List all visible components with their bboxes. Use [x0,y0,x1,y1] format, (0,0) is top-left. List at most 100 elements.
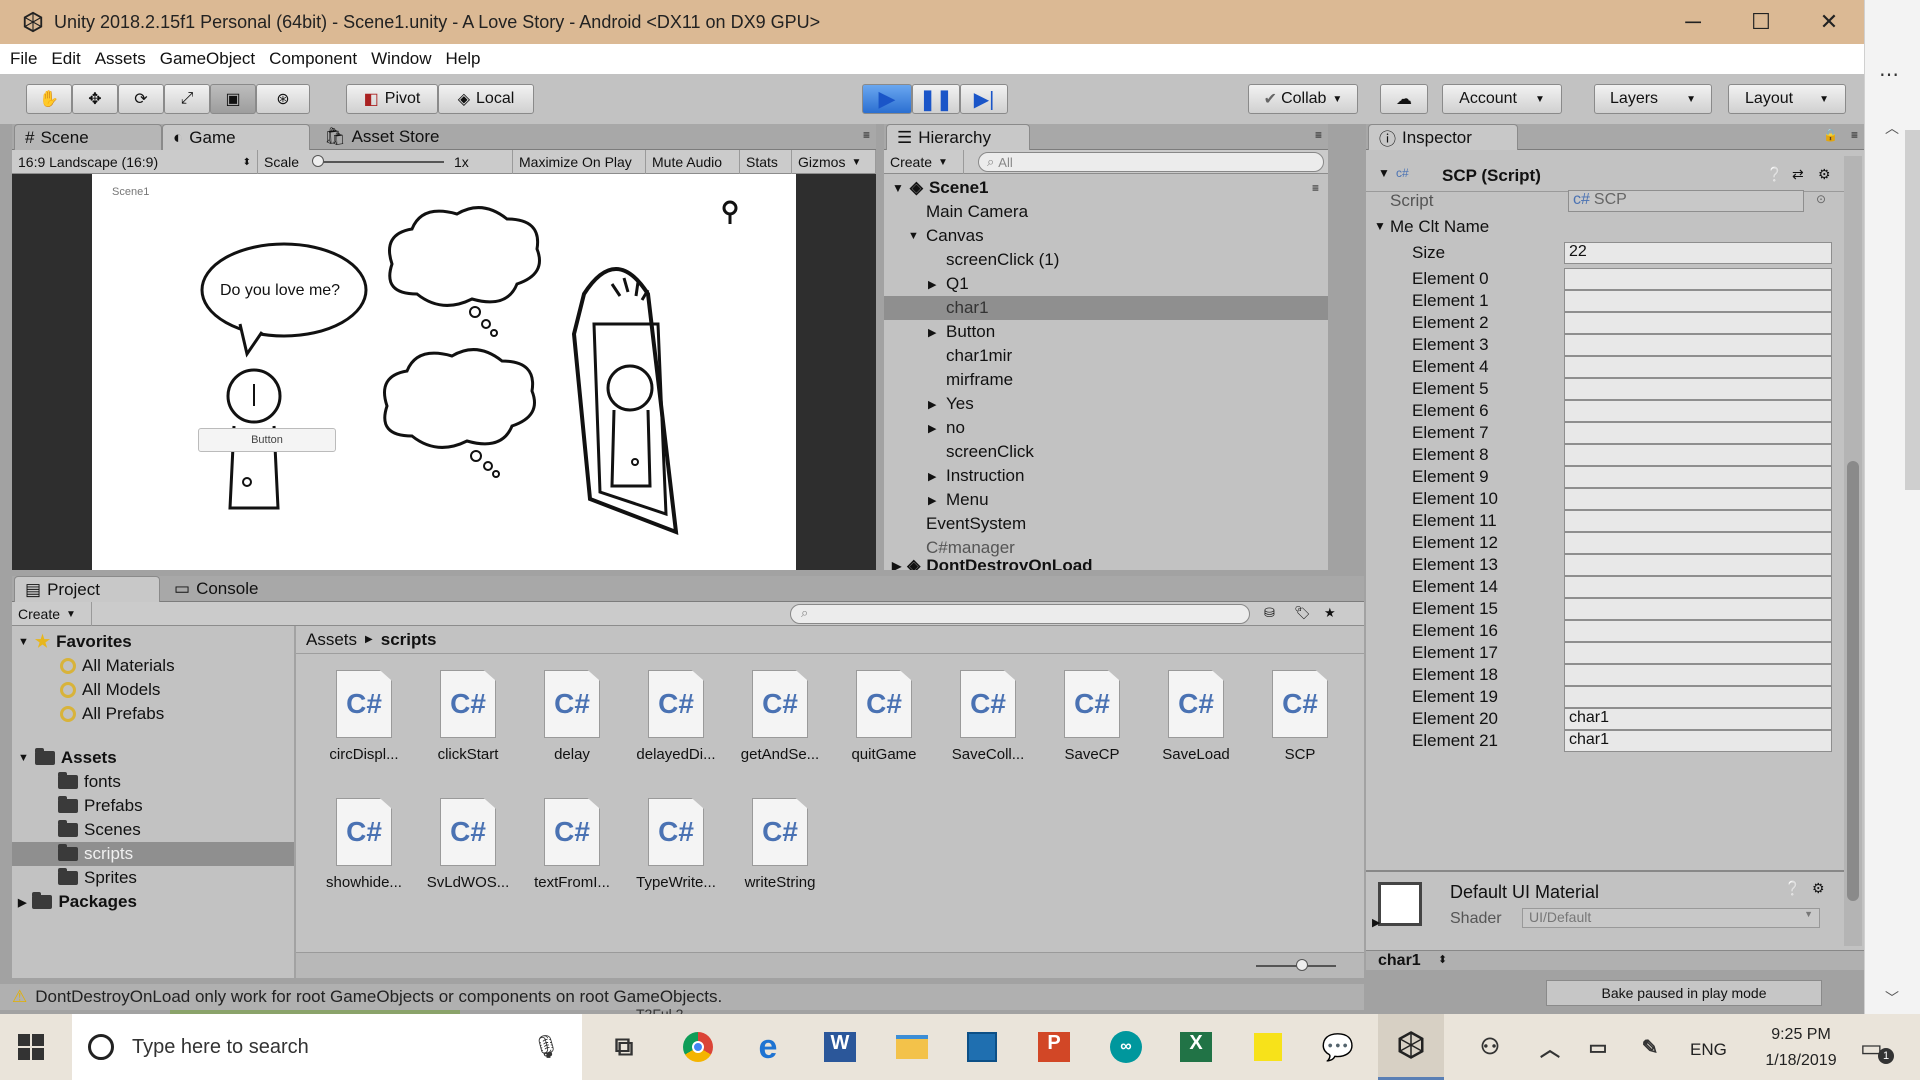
element-field[interactable] [1564,268,1832,290]
filter-type-icon[interactable]: ⛁ [1264,605,1275,621]
folder-sprites[interactable]: Sprites [58,868,137,888]
folder-scripts[interactable]: scripts [58,844,133,864]
hierarchy-item[interactable]: Main Camera [884,200,1328,224]
element-field[interactable] [1564,620,1832,642]
file-explorer-icon[interactable] [892,1027,932,1067]
expand-arrow-icon[interactable]: ▼ [1378,166,1390,180]
hierarchy-item[interactable]: ▼ Canvas [884,224,1328,248]
play-button[interactable]: ▶ [862,84,912,114]
gear-icon[interactable]: ⚙ [1812,880,1825,897]
assets-folder[interactable]: ▼ Assets [18,748,117,768]
photos-icon[interactable] [962,1027,1002,1067]
script-file[interactable]: C# textFromI... [522,798,622,891]
menu-gameobject[interactable]: GameObject [160,49,255,69]
clock-date[interactable]: 1/18/2019 [1746,1052,1856,1070]
element-field[interactable] [1564,510,1832,532]
game-view[interactable]: Scene1 Do you love me? Button [12,174,876,570]
panel-menu-icon[interactable]: ≡ [863,128,870,142]
account-dropdown[interactable]: Account ▼ [1442,84,1562,114]
pivot-button[interactable]: ◧ Pivot [346,84,438,114]
gizmos-dropdown[interactable]: Gizmos ▼ [792,150,876,174]
element-field[interactable] [1564,290,1832,312]
script-file[interactable]: C# TypeWrite... [626,798,726,891]
tray-chevron-up-icon[interactable]: ︿ [1530,1027,1570,1067]
scale-tool-button[interactable]: ⤢ [164,84,210,114]
scrollbar-thumb[interactable] [1905,130,1920,490]
icon-size-slider-thumb[interactable] [1296,959,1308,971]
hierarchy-item[interactable]: mirframe [884,368,1328,392]
battery-icon[interactable]: ▭ [1578,1027,1618,1067]
gear-icon[interactable]: ⚙ [1818,166,1831,183]
unity-taskbar-button[interactable] [1378,1014,1444,1080]
menu-component[interactable]: Component [269,49,357,69]
hierarchy-item[interactable]: ▶ Q1 [884,272,1328,296]
arduino-icon[interactable]: ∞ [1106,1027,1146,1067]
cloud-button[interactable]: ☁ [1380,84,1428,114]
hierarchy-item[interactable]: ▶ no [884,416,1328,440]
game-canvas[interactable]: Scene1 Do you love me? Button [92,174,796,570]
breadcrumb-leaf[interactable]: scripts [381,630,437,650]
expand-arrow-icon[interactable]: ▶ [928,326,944,339]
menu-file[interactable]: File [10,49,37,69]
hierarchy-item[interactable]: screenClick (1) [884,248,1328,272]
tab-scene[interactable]: # Scene [14,124,162,150]
updown-icon[interactable]: ⬍ [1438,953,1447,966]
element-field[interactable] [1564,598,1832,620]
more-icon[interactable]: ⋯ [1879,62,1899,87]
maximize-button[interactable]: ☐ [1726,0,1796,44]
breadcrumb-root[interactable]: Assets [306,630,357,650]
sticky-notes-icon[interactable] [1248,1027,1288,1067]
chevron-up-icon[interactable]: ︿ [1885,118,1899,138]
element-field[interactable] [1564,664,1832,686]
layers-dropdown[interactable]: Layers ▼ [1594,84,1712,114]
inspector-scroll-thumb[interactable] [1847,461,1859,901]
script-file[interactable]: C# delay [522,670,622,763]
script-file[interactable]: C# SCP [1250,670,1350,763]
word-icon[interactable]: W [820,1027,860,1067]
scene-root[interactable]: ▼ ◈ Scene1 ≡ [884,176,1328,200]
script-file[interactable]: C# SaveLoad [1146,670,1246,763]
hierarchy-item[interactable]: char1mir [884,344,1328,368]
folder-prefabs[interactable]: Prefabs [58,796,143,816]
list-foldout[interactable]: ▼ Me Clt Name [1366,216,1846,238]
tab-console[interactable]: ▭ Console [164,576,314,602]
project-create-button[interactable]: Create ▼ [12,602,92,626]
stats-toggle[interactable]: Stats [740,150,792,174]
game-ui-button[interactable]: Button [198,428,336,452]
collapse-arrow-icon[interactable]: ▼ [908,230,924,242]
clock-time[interactable]: 9:25 PM [1756,1026,1846,1044]
hierarchy-item[interactable]: ▶ Button [884,320,1328,344]
element-field[interactable] [1564,576,1832,598]
tab-inspector[interactable]: ⓘ Inspector [1368,124,1518,150]
hierarchy-item[interactable]: EventSystem [884,512,1328,536]
tab-asset-store[interactable]: 🛍 Asset Store [314,124,464,150]
minimize-button[interactable]: ─ [1658,0,1728,44]
fav-all-models[interactable]: All Models [60,680,160,700]
element-field[interactable] [1564,334,1832,356]
panel-menu-icon[interactable]: ≡ [1315,128,1322,142]
folder-fonts[interactable]: fonts [58,772,121,792]
script-file[interactable]: C# circDispl... [314,670,414,763]
element-field[interactable] [1564,356,1832,378]
script-file[interactable]: C# getAndSe... [730,670,830,763]
help-icon[interactable]: ❔ [1766,166,1783,183]
step-button[interactable]: ▶| [960,84,1008,114]
element-field[interactable] [1564,400,1832,422]
powerpoint-icon[interactable]: P [1034,1027,1074,1067]
element-field[interactable] [1564,532,1832,554]
tab-project[interactable]: ▤ Project [14,576,160,602]
hand-tool-button[interactable]: ✋ [26,84,72,114]
script-file[interactable]: C# SvLdWOS... [418,798,518,891]
element-field[interactable] [1564,466,1832,488]
task-view-icon[interactable]: ⧉ [604,1027,644,1067]
chrome-icon[interactable] [678,1027,718,1067]
help-icon[interactable]: ❔ [1784,880,1801,897]
expand-arrow-icon[interactable]: ▶ [928,470,944,483]
expand-arrow-icon[interactable]: ▶ [928,278,944,291]
size-field[interactable]: 22 [1564,242,1832,264]
scene-menu-icon[interactable]: ≡ [1312,181,1319,195]
expand-arrow-icon[interactable]: ▶ [1372,916,1380,929]
folder-scenes[interactable]: Scenes [58,820,141,840]
microphone-icon[interactable]: 🎙 [532,1034,560,1060]
script-file[interactable]: C# clickStart [418,670,518,763]
